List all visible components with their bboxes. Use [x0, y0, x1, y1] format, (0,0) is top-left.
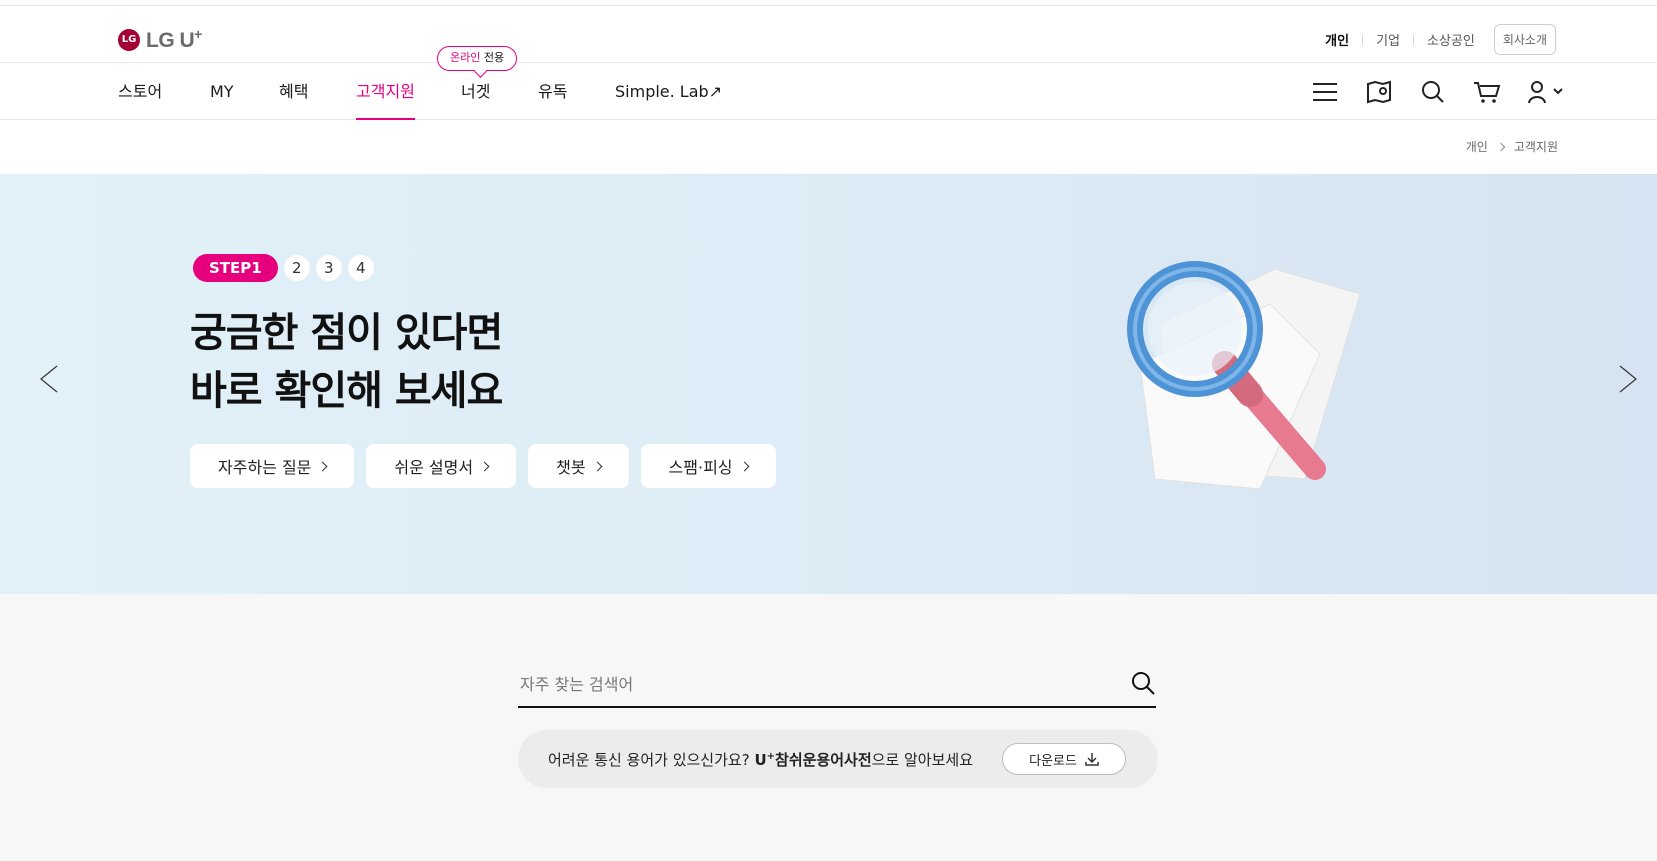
- download-button-label: 다운로드: [1029, 753, 1077, 769]
- chatbot-button-label: 챗봇: [556, 458, 586, 477]
- prev-slide-icon[interactable]: [35, 364, 65, 394]
- nav-udok[interactable]: 유독: [538, 63, 567, 120]
- easy-guide-button-label: 쉬운 설명서: [394, 458, 474, 477]
- nav-customer-support[interactable]: 고객지원: [356, 63, 415, 120]
- chevron-right-icon: [592, 461, 602, 471]
- step-2[interactable]: 2: [283, 255, 310, 281]
- lg-logo-mark: LG: [118, 28, 140, 51]
- nav-benefits[interactable]: 혜택: [279, 63, 308, 120]
- chevron-right-icon: [317, 461, 328, 471]
- hero-title: 궁금한 점이 있다면 바로 확인해 보세요: [190, 304, 503, 420]
- dictionary-name: U+참쉬운용어사전: [754, 750, 872, 769]
- breadcrumb-current: 고객지원: [1513, 140, 1558, 154]
- utility-bar: LG LG U+ 개인 기업 소상공인 회사소개: [0, 6, 1657, 63]
- menu-icon[interactable]: [1311, 78, 1339, 106]
- chatbot-button[interactable]: 챗봇: [528, 444, 629, 488]
- utility-link-small-business[interactable]: 소상공인: [1414, 30, 1488, 49]
- step-active[interactable]: STEP1: [193, 254, 278, 282]
- lg-uplus-logo[interactable]: LG LG U+: [118, 26, 202, 53]
- hero-quick-buttons: 자주하는 질문 쉬운 설명서 챗봇 스팸·피싱: [190, 444, 776, 488]
- faq-button[interactable]: 자주하는 질문: [190, 444, 355, 488]
- chevron-right-icon: [739, 461, 749, 471]
- hero-title-line2: 바로 확인해 보세요: [190, 368, 503, 414]
- nav-my[interactable]: MY: [210, 63, 234, 120]
- spam-phishing-button-label: 스팸·피싱: [668, 458, 733, 477]
- main-navigation: 스토어 MY 혜택 고객지원 온라인 전용 너겟 유독 Simple. Lab↗: [0, 46, 1657, 120]
- chevron-right-icon: [1496, 142, 1506, 151]
- search-icon[interactable]: [1130, 670, 1156, 696]
- cart-icon[interactable]: [1473, 78, 1501, 106]
- term-dictionary-banner: 어려운 통신 용어가 있으신가요? U+참쉬운용어사전으로 알아보세요 다운로드: [518, 730, 1158, 788]
- step-4[interactable]: 4: [347, 255, 374, 281]
- spam-phishing-button[interactable]: 스팸·피싱: [640, 444, 776, 488]
- search-box: [518, 664, 1156, 708]
- logo-text: LG U+: [146, 26, 202, 52]
- search-input[interactable]: [518, 664, 1098, 704]
- search-icon[interactable]: [1419, 78, 1447, 106]
- header-icons: [1311, 63, 1567, 120]
- search-section: 어려운 통신 용어가 있으신가요? U+참쉬운용어사전으로 알아보세요 다운로드: [0, 594, 1657, 861]
- hero-title-line1: 궁금한 점이 있다면: [190, 310, 503, 356]
- download-button[interactable]: 다운로드: [1002, 743, 1126, 775]
- nav-store[interactable]: 스토어: [118, 63, 162, 120]
- breadcrumb: 개인 고객지원: [1466, 138, 1558, 155]
- magnifier-document-illustration: [1127, 261, 1361, 490]
- nav-simple-lab[interactable]: Simple. Lab↗: [615, 63, 722, 120]
- step-3[interactable]: 3: [315, 255, 342, 281]
- hero-banner: STEP1 2 3 4 궁금한 점이 있다면 바로 확인해 보세요 자주하는 질…: [0, 174, 1657, 594]
- store-map-icon[interactable]: [1365, 78, 1393, 106]
- breadcrumb-home[interactable]: 개인: [1466, 138, 1488, 155]
- step-indicator: STEP1 2 3 4: [193, 254, 374, 282]
- utility-link-business[interactable]: 기업: [1363, 30, 1413, 49]
- company-intro-button[interactable]: 회사소개: [1493, 24, 1556, 55]
- easy-guide-button[interactable]: 쉬운 설명서: [366, 444, 517, 488]
- breadcrumb-row: 개인 고객지원: [0, 120, 1657, 174]
- chevron-right-icon: [479, 461, 490, 471]
- faq-button-label: 자주하는 질문: [218, 458, 312, 477]
- download-icon: [1085, 753, 1099, 766]
- utility-link-personal[interactable]: 개인: [1312, 30, 1362, 49]
- user-icon[interactable]: [1527, 78, 1567, 106]
- dictionary-text: 어려운 통신 용어가 있으신가요? U+참쉬운용어사전으로 알아보세요: [548, 750, 973, 769]
- utility-links: 개인 기업 소상공인 회사소개: [1312, 24, 1556, 55]
- next-slide-icon[interactable]: [1612, 364, 1642, 394]
- nav-nugget[interactable]: 너겟: [461, 63, 490, 120]
